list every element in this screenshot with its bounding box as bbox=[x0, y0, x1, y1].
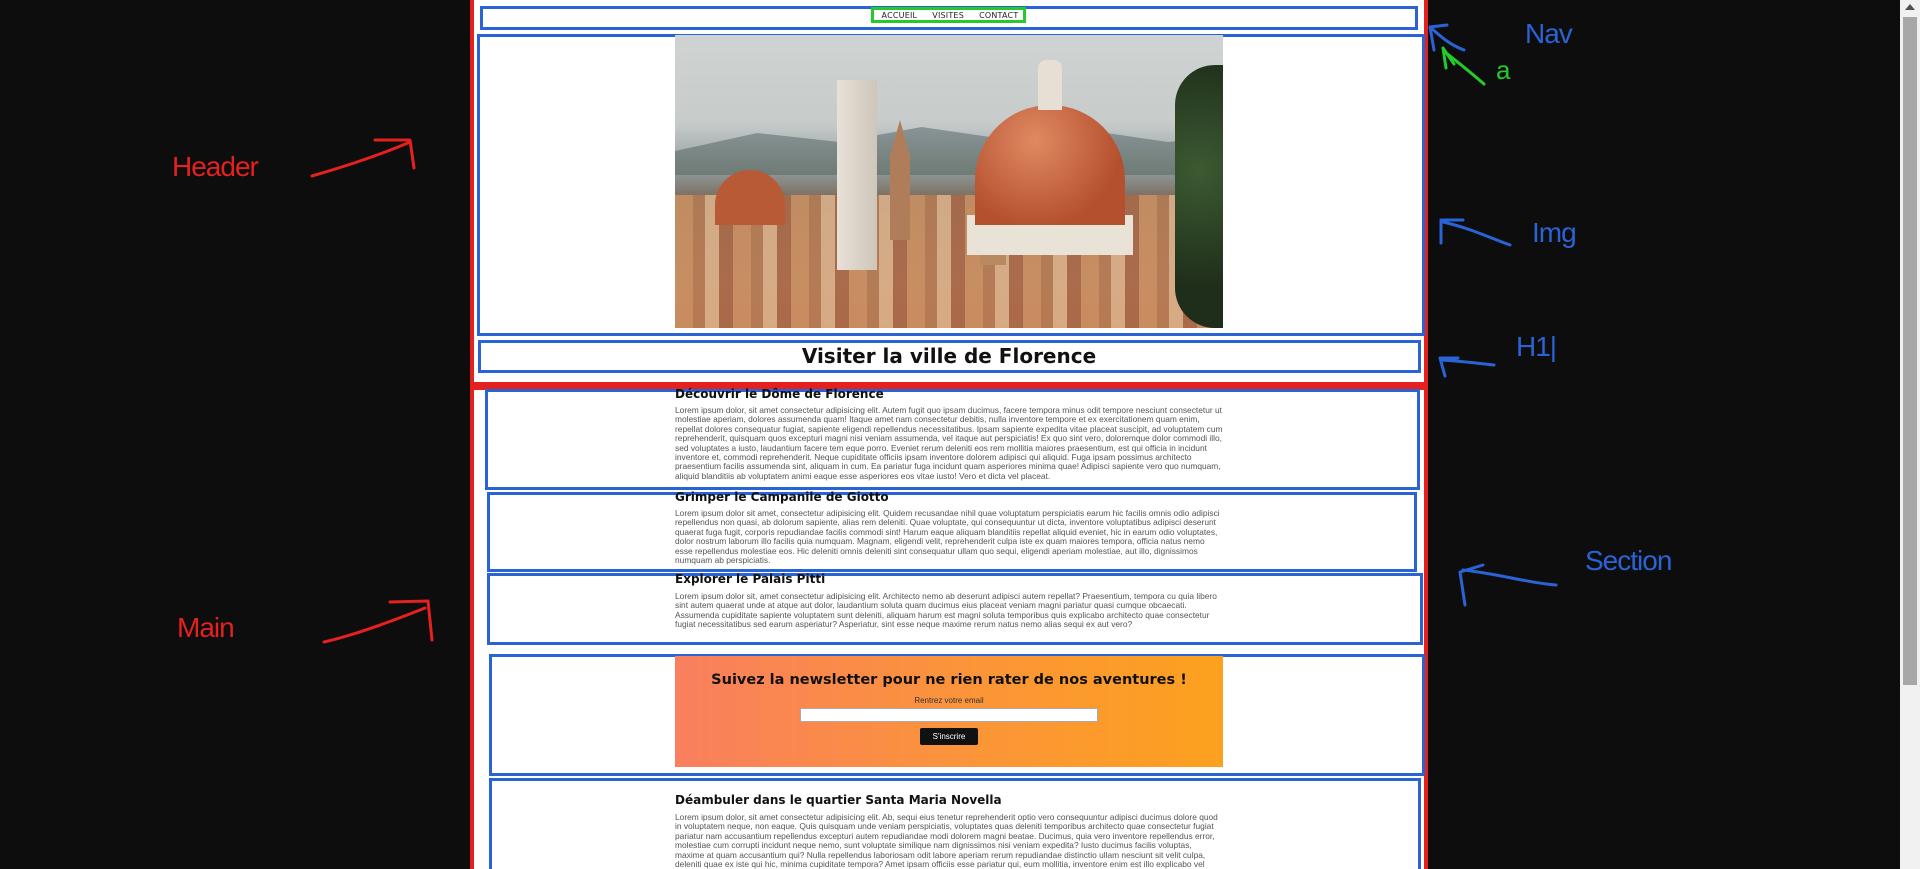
scrollbar-thumb[interactable] bbox=[1903, 17, 1917, 685]
scroll-up-arrow-icon[interactable] bbox=[1905, 4, 1915, 10]
annotation-arrows bbox=[310, 23, 1558, 644]
